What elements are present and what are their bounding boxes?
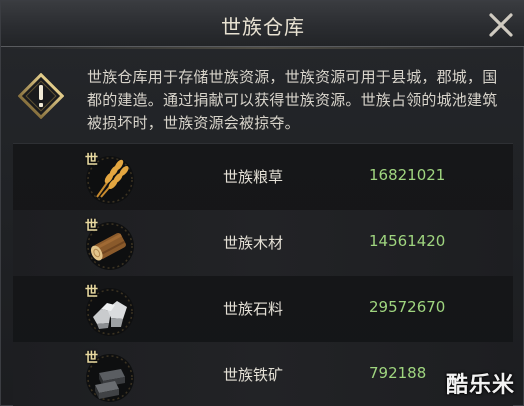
clan-warehouse-panel: 世族仓库 世族仓库用于存储世族资源，世族资源可用于县城，郡城，国都的建造。通过捐… [0,0,524,406]
resource-name: 世族粮草 [223,168,284,186]
warning-icon [18,73,64,119]
resource-icon-slot: 世 [81,347,139,405]
resource-name: 世族铁矿 [223,366,284,384]
close-icon [489,13,513,37]
resource-amount: 14561420 [369,232,446,250]
resource-row-grain: 世 世族粮草 16821021 [13,144,513,210]
title-bar: 世族仓库 [1,1,524,49]
resource-icon-slot: 世 [81,281,139,339]
notice-text: 世族仓库用于存储世族资源，世族资源可用于县城，郡城，国都的建造。通过捐献可以获得… [87,68,498,132]
clan-badge: 世 [85,285,99,300]
resource-icon-slot: 世 [81,215,139,273]
watermark: 酷乐米 [445,373,515,398]
resource-row-iron: 世 世族铁矿 792188 [13,342,513,406]
resource-amount: 16821021 [369,166,446,184]
close-button[interactable] [483,7,519,43]
resource-row-wood: 世 世族木材 14561420 [13,210,513,276]
resource-list: 世 世族粮草 16821021 世 世族木材 14561420 世 世族石料 2… [13,143,513,406]
resource-icon-slot: 世 [81,149,139,207]
window-title: 世族仓库 [221,15,305,39]
clan-badge: 世 [85,153,99,168]
resource-amount: 29572670 [369,298,446,316]
clan-badge: 世 [85,351,99,366]
resource-name: 世族木材 [223,234,284,252]
resource-name: 世族石料 [223,300,284,318]
clan-badge: 世 [85,219,99,234]
resource-row-stone: 世 世族石料 29572670 [13,276,513,342]
